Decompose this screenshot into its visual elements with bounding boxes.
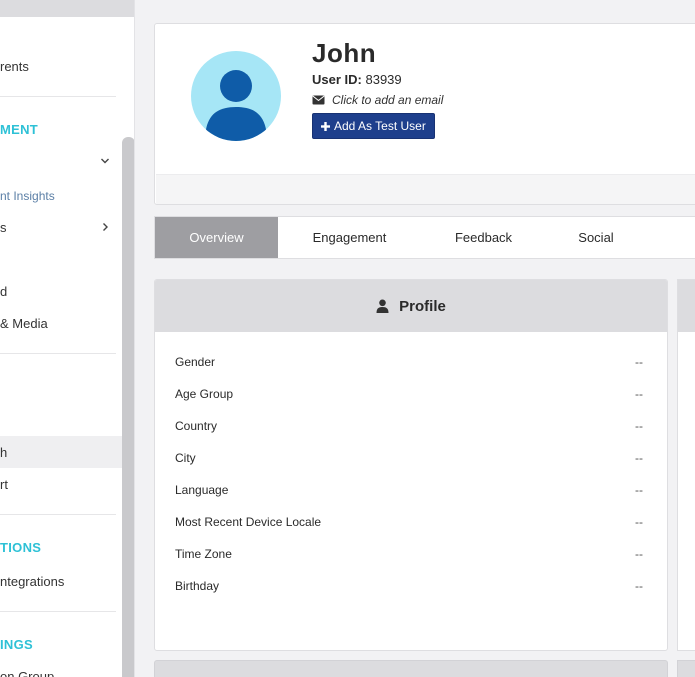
profile-row-label: Gender <box>175 355 216 369</box>
profile-row-label: Country <box>175 419 218 433</box>
profile-row-language: Language -- <box>155 474 667 506</box>
email-field[interactable]: Click to add an email <box>312 93 443 107</box>
next-panel-header-secondary <box>677 660 695 677</box>
tab-feedback[interactable]: Feedback <box>421 217 546 258</box>
sidebar-item-search[interactable]: h <box>0 445 7 460</box>
user-header-card: John User ID: 83939 Click to add an emai… <box>154 23 695 205</box>
profile-row-city: City -- <box>155 442 667 474</box>
sidebar-item-d[interactable]: d <box>0 284 7 299</box>
sidebar-top-bar <box>0 0 134 17</box>
next-panel-header <box>154 660 668 677</box>
profile-row-label: City <box>175 451 196 465</box>
sidebar-active-highlight <box>0 436 122 468</box>
sidebar-divider <box>0 96 116 97</box>
profile-row-birthday: Birthday -- <box>155 570 667 602</box>
tab-overview[interactable]: Overview <box>155 217 278 258</box>
add-test-user-button[interactable]: Add As Test User <box>312 113 435 139</box>
user-id-value: 83939 <box>365 72 402 87</box>
user-avatar-icon <box>205 70 267 141</box>
email-placeholder[interactable]: Click to add an email <box>332 93 443 107</box>
profile-row-value: -- <box>635 579 643 593</box>
profile-rows: Gender -- Age Group -- Country -- City -… <box>155 332 667 602</box>
sidebar-divider <box>0 514 116 515</box>
user-name: John <box>312 38 377 68</box>
sidebar-section-settings: INGS <box>0 637 33 652</box>
profile-row-device-locale: Most Recent Device Locale -- <box>155 506 667 538</box>
plus-icon <box>321 121 330 131</box>
sidebar: rents MENT nt Insights s d & Media h rt … <box>0 0 135 677</box>
user-id: User ID: 83939 <box>312 72 402 87</box>
profile-row-value: -- <box>635 355 643 369</box>
profile-row-value: -- <box>635 547 643 561</box>
sidebar-item-insights[interactable]: nt Insights <box>0 189 55 203</box>
profile-row-value: -- <box>635 419 643 433</box>
sidebar-divider <box>0 611 116 612</box>
user-id-label: User ID: <box>312 72 362 87</box>
profile-row-country: Country -- <box>155 410 667 442</box>
profile-row-gender: Gender -- <box>155 346 667 378</box>
sidebar-section-integrations: TIONS <box>0 540 42 555</box>
secondary-panel-header <box>678 280 695 332</box>
profile-row-value: -- <box>635 483 643 497</box>
profile-row-time-zone: Time Zone -- <box>155 538 667 570</box>
profile-row-label: Age Group <box>175 387 234 401</box>
sidebar-section-management: MENT <box>0 122 39 137</box>
tab-bar: Overview Engagement Feedback Social <box>154 216 695 259</box>
chevron-right-icon[interactable] <box>100 222 110 232</box>
user-icon <box>376 299 389 313</box>
profile-row-label: Birthday <box>175 579 220 593</box>
profile-row-label: Time Zone <box>175 547 232 561</box>
profile-row-label: Language <box>175 483 229 497</box>
profile-row-age-group: Age Group -- <box>155 378 667 410</box>
chevron-down-icon[interactable] <box>100 156 110 166</box>
user-card-footer <box>156 174 695 204</box>
envelope-icon <box>312 95 325 105</box>
sidebar-divider <box>0 353 116 354</box>
sidebar-item-events[interactable]: rents <box>0 59 29 74</box>
profile-row-value: -- <box>635 451 643 465</box>
sidebar-item-group[interactable]: on Group <box>0 669 54 677</box>
tab-social[interactable]: Social <box>546 217 646 258</box>
avatar <box>191 51 281 141</box>
add-test-user-label: Add As Test User <box>334 119 426 133</box>
profile-row-value: -- <box>635 515 643 529</box>
sidebar-item-export[interactable]: rt <box>0 477 8 492</box>
profile-panel: Profile Gender -- Age Group -- Country -… <box>154 279 668 651</box>
profile-row-label: Most Recent Device Locale <box>175 515 322 529</box>
sidebar-item-integrations[interactable]: ntegrations <box>0 574 64 589</box>
profile-header: Profile <box>155 280 667 332</box>
secondary-panel <box>677 279 695 651</box>
profile-title: Profile <box>399 297 446 315</box>
profile-row-value: -- <box>635 387 643 401</box>
tab-engagement[interactable]: Engagement <box>278 217 421 258</box>
sidebar-item-media[interactable]: & Media <box>0 316 48 331</box>
sidebar-scrollbar[interactable] <box>122 137 134 677</box>
sidebar-item-collapsed[interactable]: s <box>0 220 7 235</box>
